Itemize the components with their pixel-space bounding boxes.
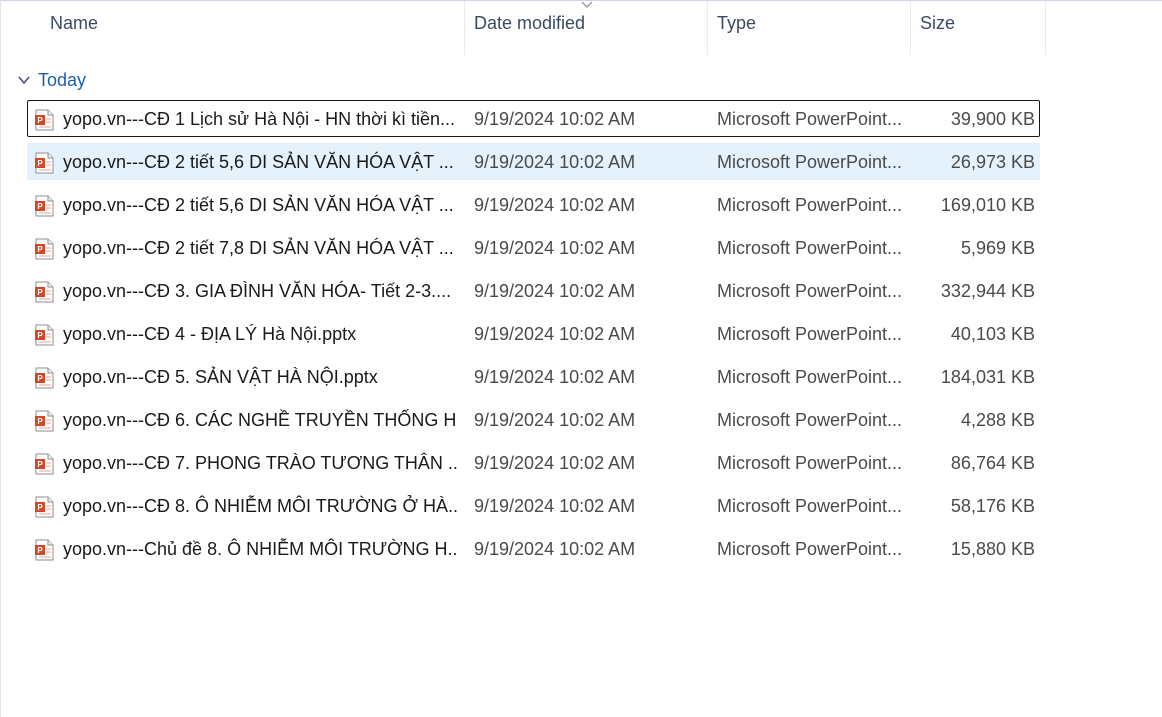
svg-text:P: P (37, 288, 43, 297)
file-name: yopo.vn---Chủ đề 8. Ô NHIỄM MÔI TRƯỜNG H… (63, 539, 458, 559)
file-size: 184,031 KB (940, 367, 1035, 387)
file-type: Microsoft PowerPoint... (717, 539, 903, 559)
file-size: 40,103 KB (950, 324, 1035, 344)
file-name: yopo.vn---CĐ 5. SẢN VẬT HÀ NỘI.pptx (63, 367, 378, 387)
svg-text:P: P (37, 331, 43, 340)
chevron-down-icon (18, 76, 30, 85)
powerpoint-file-icon: P (34, 367, 55, 389)
file-name: yopo.vn---CĐ 2 tiết 7,8 DI SẢN VĂN HÓA V… (63, 238, 454, 258)
file-date-modified: 9/19/2024 10:02 AM (474, 238, 636, 258)
file-type: Microsoft PowerPoint... (717, 410, 903, 430)
file-row[interactable]: P yopo.vn---Chủ đề 8. Ô NHIỄM MÔI TRƯỜNG… (27, 530, 1040, 567)
file-date-modified: 9/19/2024 10:02 AM (474, 195, 636, 215)
file-size: 58,176 KB (950, 496, 1035, 516)
file-type: Microsoft PowerPoint... (717, 367, 903, 387)
file-type: Microsoft PowerPoint... (717, 152, 903, 172)
svg-text:P: P (37, 202, 43, 211)
file-row[interactable]: P yopo.vn---CĐ 6. CÁC NGHỀ TRUYỀN THỐNG … (27, 401, 1040, 438)
file-date-modified: 9/19/2024 10:02 AM (474, 281, 636, 301)
column-header-name[interactable]: Name (41, 1, 465, 55)
file-date-modified: 9/19/2024 10:02 AM (474, 367, 636, 387)
file-type: Microsoft PowerPoint... (717, 324, 903, 344)
column-header-size[interactable]: Size (911, 1, 1046, 55)
file-type: Microsoft PowerPoint... (717, 453, 903, 473)
file-size: 39,900 KB (950, 109, 1035, 129)
file-type: Microsoft PowerPoint... (717, 238, 903, 258)
file-date-modified: 9/19/2024 10:02 AM (474, 410, 636, 430)
file-row[interactable]: P yopo.vn---CĐ 2 tiết 5,6 DI SẢN VĂN HÓA… (27, 143, 1040, 180)
file-size: 332,944 KB (940, 281, 1035, 301)
powerpoint-file-icon: P (34, 539, 55, 561)
file-type: Microsoft PowerPoint... (717, 281, 903, 301)
file-date-modified: 9/19/2024 10:02 AM (474, 539, 636, 559)
file-size: 5,969 KB (960, 238, 1035, 258)
powerpoint-file-icon: P (34, 410, 55, 432)
file-name: yopo.vn---CĐ 1 Lịch sử Hà Nội - HN thời … (63, 109, 455, 129)
file-size: 169,010 KB (940, 195, 1035, 215)
file-row[interactable]: P yopo.vn---CĐ 3. GIA ĐÌNH VĂN HÓA- Tiết… (27, 272, 1040, 309)
group-label: Today (38, 69, 87, 90)
file-size: 86,764 KB (950, 453, 1035, 473)
file-size: 26,973 KB (950, 152, 1035, 172)
svg-text:P: P (37, 503, 43, 512)
file-name: yopo.vn---CĐ 7. PHONG TRÀO TƯƠNG THÂN ..… (63, 453, 458, 473)
file-date-modified: 9/19/2024 10:02 AM (474, 109, 636, 129)
file-type: Microsoft PowerPoint... (717, 496, 903, 516)
file-row[interactable]: P yopo.vn---CĐ 1 Lịch sử Hà Nội - HN thờ… (27, 100, 1040, 137)
file-row[interactable]: P yopo.vn---CĐ 2 tiết 7,8 DI SẢN VĂN HÓA… (27, 229, 1040, 266)
powerpoint-file-icon: P (34, 238, 55, 260)
file-date-modified: 9/19/2024 10:02 AM (474, 496, 636, 516)
file-name: yopo.vn---CĐ 4 - ĐỊA LÝ Hà Nội.pptx (63, 324, 357, 344)
file-name: yopo.vn---CĐ 6. CÁC NGHỀ TRUYỀN THỐNG H.… (63, 410, 458, 430)
column-header-type[interactable]: Type (708, 1, 911, 55)
svg-text:P: P (37, 546, 43, 555)
file-size: 4,288 KB (960, 410, 1035, 430)
svg-text:P: P (37, 374, 43, 383)
powerpoint-file-icon: P (34, 324, 55, 346)
svg-text:P: P (37, 159, 43, 168)
file-date-modified: 9/19/2024 10:02 AM (474, 453, 636, 473)
powerpoint-file-icon: P (34, 195, 55, 217)
svg-text:P: P (37, 245, 43, 254)
column-header-bar: Name Date modified Type Size (1, 1, 1047, 55)
powerpoint-file-icon: P (34, 152, 55, 174)
file-row[interactable]: P yopo.vn---CĐ 2 tiết 5,6 DI SẢN VĂN HÓA… (27, 186, 1040, 223)
powerpoint-file-icon: P (34, 109, 55, 131)
svg-text:P: P (37, 116, 43, 125)
group-header-today[interactable]: Today (17, 67, 86, 93)
file-date-modified: 9/19/2024 10:02 AM (474, 152, 636, 172)
sort-chevron-down-icon (581, 1, 593, 8)
file-date-modified: 9/19/2024 10:02 AM (474, 324, 636, 344)
file-explorer-details-view: Name Date modified Type Size Today P yop… (0, 0, 1162, 717)
file-name: yopo.vn---CĐ 2 tiết 5,6 DI SẢN VĂN HÓA V… (63, 195, 454, 215)
svg-text:P: P (37, 417, 43, 426)
file-row[interactable]: P yopo.vn---CĐ 4 - ĐỊA LÝ Hà Nội.pptx 9/1… (27, 315, 1040, 352)
file-row[interactable]: P yopo.vn---CĐ 5. SẢN VẬT HÀ NỘI.pptx 9/1… (27, 358, 1040, 395)
file-name: yopo.vn---CĐ 8. Ô NHIỄM MÔI TRƯỜNG Ở HÀ.… (63, 496, 458, 516)
powerpoint-file-icon: P (34, 453, 55, 475)
powerpoint-file-icon: P (34, 496, 55, 518)
file-name: yopo.vn---CĐ 2 tiết 5,6 DI SẢN VĂN HÓA V… (63, 152, 454, 172)
file-type: Microsoft PowerPoint... (717, 109, 903, 129)
file-row[interactable]: P yopo.vn---CĐ 8. Ô NHIỄM MÔI TRƯỜNG Ở H… (27, 487, 1040, 524)
file-list: P yopo.vn---CĐ 1 Lịch sử Hà Nội - HN thờ… (27, 100, 1040, 573)
file-row[interactable]: P yopo.vn---CĐ 7. PHONG TRÀO TƯƠNG THÂN … (27, 444, 1040, 481)
column-header-date-modified[interactable]: Date modified (465, 1, 708, 55)
file-size: 15,880 KB (950, 539, 1035, 559)
svg-text:P: P (37, 460, 43, 469)
powerpoint-file-icon: P (34, 281, 55, 303)
file-type: Microsoft PowerPoint... (717, 195, 903, 215)
file-name: yopo.vn---CĐ 3. GIA ĐÌNH VĂN HÓA- Tiết 2… (63, 281, 452, 301)
